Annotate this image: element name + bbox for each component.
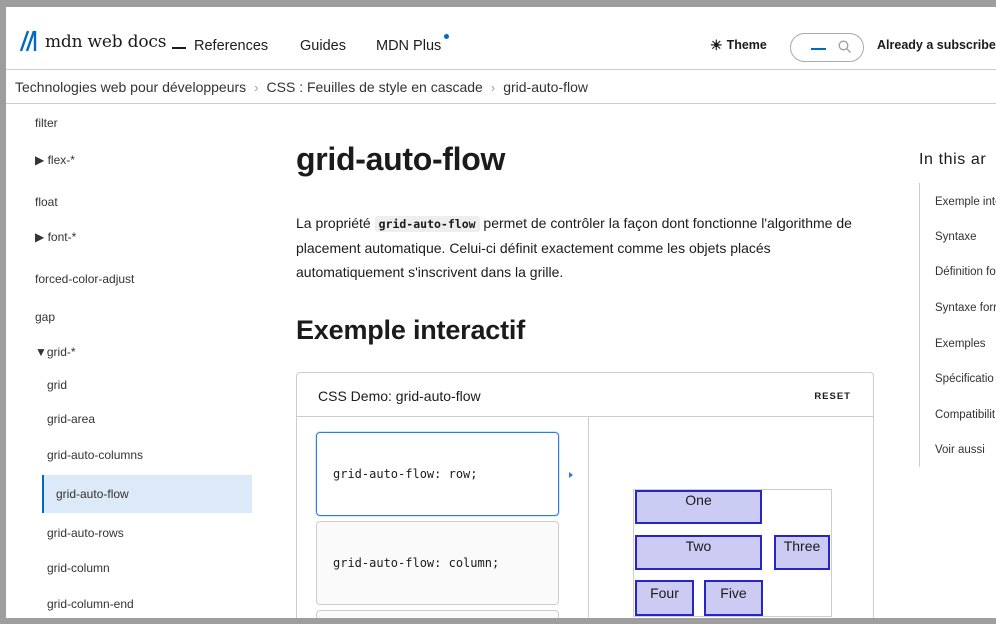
sidebar-item-grid-auto-flow[interactable]: grid-auto-flow <box>42 475 252 513</box>
demo-header: CSS Demo: grid-auto-flow RESET <box>297 373 873 417</box>
nav-references[interactable]: References <box>194 38 268 54</box>
intro-text: La propriété <box>296 215 375 231</box>
toc-item[interactable]: Syntaxe <box>935 231 977 243</box>
subscriber-link[interactable]: Already a subscriber <box>877 38 996 52</box>
grid-cell-five: Five <box>704 580 763 616</box>
option-row[interactable]: grid-auto-flow: row; <box>316 432 559 516</box>
toc-item[interactable]: Exemples <box>935 338 986 350</box>
nav-mdn-plus[interactable]: MDN Plus <box>376 38 441 54</box>
sidebar-item-grid-auto-columns[interactable]: grid-auto-columns <box>47 448 143 462</box>
search-caret <box>811 48 826 50</box>
grid-cell-three: Three <box>774 535 830 570</box>
logo-text: mdn web docs <box>45 32 167 52</box>
sidebar-item-flex[interactable]: ▶ flex-* <box>35 153 75 167</box>
theme-label: Theme <box>726 38 767 52</box>
toc-item[interactable]: Syntaxe forr <box>935 302 996 314</box>
breadcrumb-current[interactable]: grid-auto-flow <box>503 79 588 95</box>
nav-guides[interactable]: Guides <box>300 38 346 54</box>
grid-cell-one: One <box>635 490 762 524</box>
sidebar-item-grid-group[interactable]: ▼grid-* <box>35 345 76 359</box>
mdn-logo[interactable]: mdn web docs <box>19 25 187 53</box>
sidebar-item-label: grid-auto-flow <box>56 487 129 501</box>
breadcrumb-item[interactable]: Technologies web pour développeurs <box>15 79 246 95</box>
logo-underscore <box>172 47 187 49</box>
grid-cell-two: Two <box>635 535 762 570</box>
search-input[interactable] <box>790 33 864 62</box>
toc-title: In this ar <box>919 151 987 168</box>
option-next[interactable] <box>316 610 559 618</box>
browser-viewport: mdn web docs References Guides MDN Plus … <box>0 0 996 624</box>
toc-divider <box>919 183 920 467</box>
theme-switcher[interactable]: ☀ Theme <box>710 38 767 52</box>
toc-item[interactable]: Voir aussi <box>935 444 985 456</box>
demo-output-grid: One Two Three Four Five <box>633 489 832 617</box>
breadcrumb: Technologies web pour développeurs › CSS… <box>6 71 996 104</box>
breadcrumb-item[interactable]: CSS : Feuilles de style en cascade <box>267 79 483 95</box>
sidebar-item-filter[interactable]: filter <box>35 116 58 130</box>
sidebar-item-grid-column-end[interactable]: grid-column-end <box>47 597 134 611</box>
sidebar: filter ▶ flex-* float ▶ font-* forced-co… <box>6 105 264 618</box>
mdn-logo-icon <box>19 29 41 53</box>
grid-cell-four: Four <box>635 580 694 616</box>
toc-item[interactable]: Compatibilit <box>935 409 995 421</box>
sun-icon: ☀ <box>710 37 723 53</box>
chevron-right-icon: › <box>490 79 496 95</box>
section-heading: Exemple interactif <box>296 315 525 345</box>
sidebar-item-gap[interactable]: gap <box>35 310 55 324</box>
notification-dot <box>444 34 449 39</box>
sidebar-item-float[interactable]: float <box>35 195 58 209</box>
sidebar-item-grid[interactable]: grid <box>47 378 67 392</box>
sidebar-item-grid-column[interactable]: grid-column <box>47 561 110 575</box>
toc-item[interactable]: Exemple inte <box>935 196 996 208</box>
option-column[interactable]: grid-auto-flow: column; <box>316 521 559 605</box>
inline-code: grid-auto-flow <box>374 216 480 232</box>
demo-options: grid-auto-flow: row; grid-auto-flow: col… <box>297 417 589 618</box>
search-icon <box>838 40 852 59</box>
interactive-example: CSS Demo: grid-auto-flow RESET grid-auto… <box>296 372 874 618</box>
selected-arrow-icon <box>569 472 573 478</box>
chevron-right-icon: › <box>254 79 259 95</box>
sidebar-item-grid-auto-rows[interactable]: grid-auto-rows <box>47 526 124 540</box>
sidebar-item-font[interactable]: ▶ font-* <box>35 230 76 244</box>
top-navigation: mdn web docs References Guides MDN Plus … <box>6 7 996 70</box>
intro-paragraph: La propriété grid-auto-flow permet de co… <box>296 211 856 284</box>
toc-item[interactable]: Spécificatio <box>935 373 994 385</box>
demo-title: CSS Demo: grid-auto-flow <box>318 388 481 404</box>
page-title: grid-auto-flow <box>296 141 506 177</box>
sidebar-item-grid-area[interactable]: grid-area <box>47 412 95 426</box>
toc-item[interactable]: Définition fo <box>935 266 996 278</box>
reset-button[interactable]: RESET <box>814 391 851 402</box>
sidebar-item-forced-color-adjust[interactable]: forced-color-adjust <box>35 272 134 286</box>
